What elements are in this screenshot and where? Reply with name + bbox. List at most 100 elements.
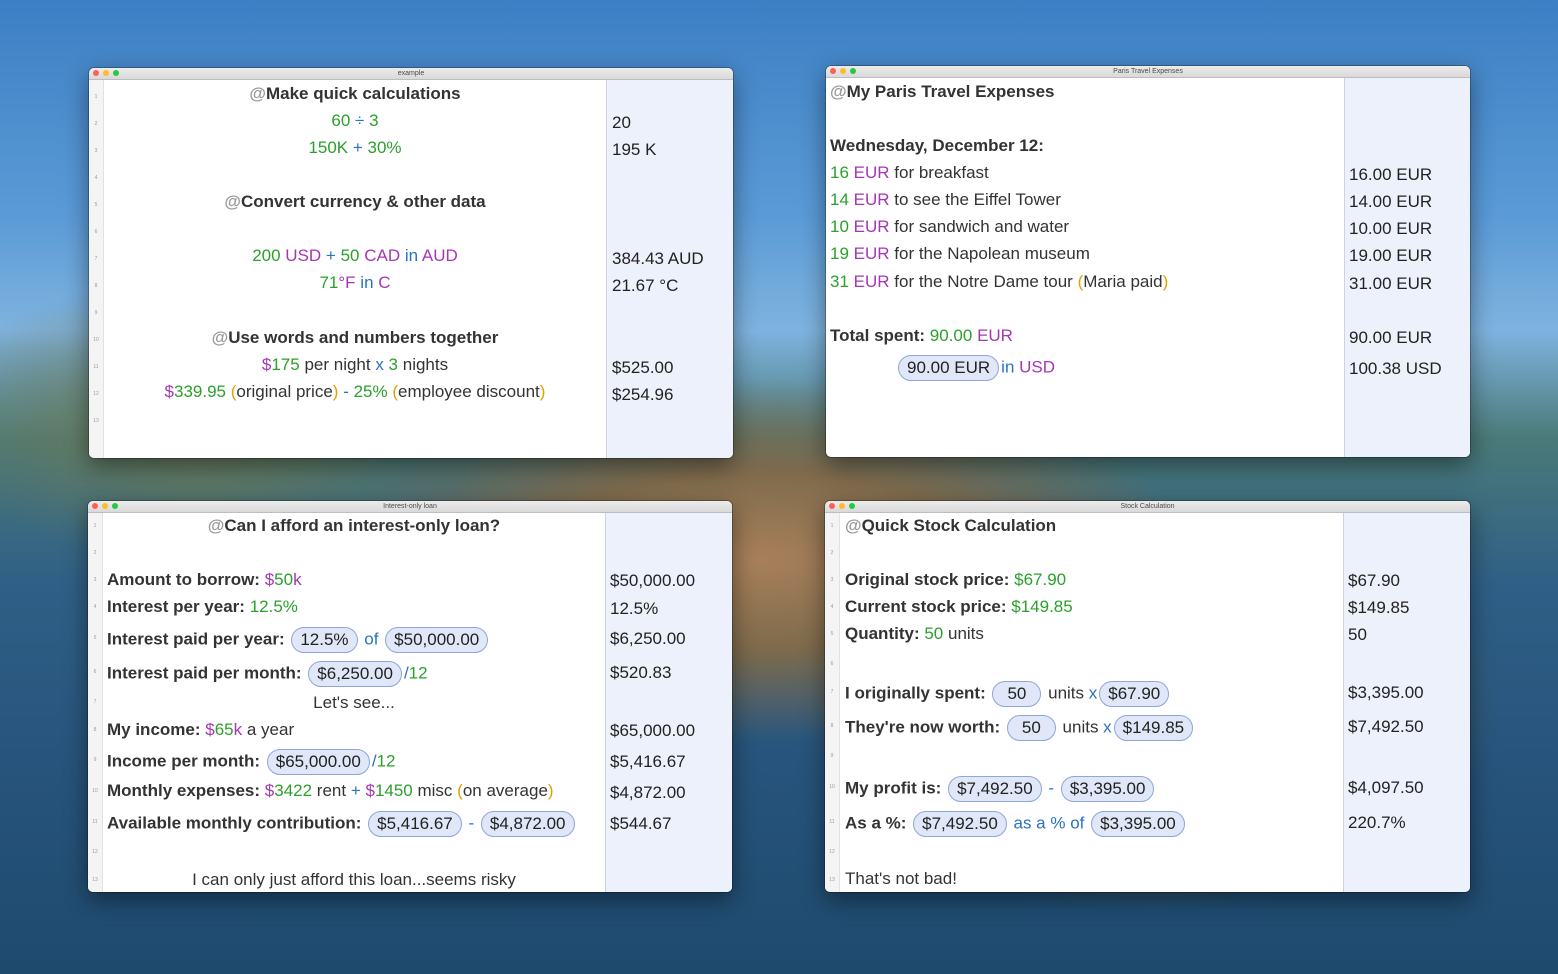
window-example[interactable]: example 1 2 3 4 5 6 7 8 9 10 11 12 13 @M… [89,68,733,458]
result-value: 20 [612,113,631,132]
result-value: $67.90 [1348,571,1400,590]
line-number: 1 [830,523,834,529]
calc-line[interactable]: $339.95 (original price) - 25% (employee… [105,381,605,403]
title-bar[interactable]: example [89,68,733,80]
calc-line[interactable]: My income: $65k a year [107,719,294,741]
comment-line[interactable]: Let's see... [104,692,604,714]
calc-line[interactable]: Interest paid per year: 12.5% of $50,000… [107,627,490,653]
line-number: 9 [94,310,98,316]
calc-line[interactable]: I originally spent: 50 units x $67.90 [845,681,1171,707]
line-number: 13 [829,877,835,883]
line-number: 10 [92,788,98,794]
calc-line[interactable]: Available monthly contribution: $5,416.6… [107,811,577,837]
calc-line[interactable]: Current stock price: $149.85 [845,596,1073,618]
reference-token[interactable]: $6,250.00 [308,661,402,687]
heading-line[interactable]: @Make quick calculations [105,83,605,105]
window-stock-calculation[interactable]: Stock Calculation 1 2 3 4 5 6 7 8 9 10 1… [825,501,1470,892]
result-value: $50,000.00 [610,571,696,590]
line-number: 2 [830,550,834,556]
line-number: 2 [93,550,97,556]
calc-line[interactable]: 60 ÷ 3 [105,110,605,132]
result-value: 100.38 USD [1349,359,1442,378]
reference-token[interactable]: $65,000.00 [266,749,370,775]
title-bar[interactable]: Interest-only loan [88,501,732,513]
reference-token[interactable]: 50 [992,681,1042,707]
line-number: 4 [94,175,98,181]
window-interest-only-loan[interactable]: Interest-only loan 1 2 3 4 5 6 7 8 9 10 … [88,501,732,892]
line-number: 3 [830,577,834,583]
result-value: 50 [1348,625,1367,644]
result-value: 31.00 EUR [1349,274,1433,293]
heading-line[interactable]: @Use words and numbers together [105,327,605,349]
reference-token[interactable]: $7,492.50 [913,811,1007,837]
heading-line[interactable]: @Can I afford an interest-only loan? [104,515,604,537]
expense-line[interactable]: 19 EUR for the Napolean museum [830,243,1090,265]
result-value: 12.5% [610,599,659,618]
line-number: 8 [830,723,834,729]
reference-token[interactable]: 12.5% [291,627,358,653]
calc-line[interactable]: 71°F in C [105,272,605,294]
calc-line[interactable]: Interest paid per month: $6,250.00/12 [107,661,428,687]
conversion-line[interactable]: 90.00 EUR in USD [896,355,1055,381]
title-bar[interactable]: Stock Calculation [825,501,1470,513]
expense-line[interactable]: 31 EUR for the Notre Dame tour (Maria pa… [830,271,1168,293]
heading-line[interactable]: @My Paris Travel Expenses [830,81,1054,103]
calc-line[interactable]: They're now worth: 50 units x $149.85 [845,715,1195,741]
calc-line[interactable]: As a %: $7,492.50 as a % of $3,395.00 [845,811,1187,837]
line-number: 8 [93,727,97,733]
line-number: 6 [93,669,97,675]
comment-line[interactable]: That's not bad! [845,868,957,890]
calc-line[interactable]: Quantity: 50 units [845,623,984,645]
calc-line[interactable]: 200 USD + 50 CAD in AUD [105,245,605,267]
line-number: 13 [92,877,98,883]
calc-line[interactable]: Amount to borrow: $50k [107,569,302,591]
result-value: $3,395.00 [1348,683,1424,702]
calc-line[interactable]: Original stock price: $67.90 [845,569,1066,591]
result-value: 195 K [612,140,657,159]
line-number: 13 [93,418,99,424]
result-value: $5,416.67 [610,752,686,771]
calc-line[interactable]: My profit is: $7,492.50 - $3,395.00 [845,776,1156,802]
reference-token[interactable]: $5,416.67 [368,811,462,837]
window-title: example [397,70,425,77]
heading-line[interactable]: @Quick Stock Calculation [845,515,1056,537]
comment-line[interactable]: I can only just afford this loan...seems… [104,869,604,891]
heading-line[interactable]: @Convert currency & other data [105,191,605,213]
reference-token[interactable]: $7,492.50 [948,776,1042,802]
title-bar[interactable]: Paris Travel Expenses [826,66,1470,78]
calc-line[interactable]: $175 per night x 3 nights [105,354,605,376]
reference-token[interactable]: $3,395.00 [1060,776,1155,802]
expense-line[interactable]: 14 EUR to see the Eiffel Tower [830,189,1061,211]
reference-token[interactable]: 50 [1006,715,1056,741]
result-value: $544.67 [610,814,672,833]
window-paris-travel-expenses[interactable]: Paris Travel Expenses @My Paris Travel E… [826,66,1470,457]
date-line[interactable]: Wednesday, December 12: [830,135,1044,157]
expense-line[interactable]: 10 EUR for sandwich and water [830,216,1069,238]
expense-line[interactable]: 16 EUR for breakfast [830,162,989,184]
calc-line[interactable]: Interest per year: 12.5% [107,596,298,618]
line-number-gutter: 1 2 3 4 5 6 7 8 9 10 11 12 13 [825,513,840,892]
reference-token[interactable]: $149.85 [1113,715,1194,741]
line-number: 10 [829,784,835,790]
line-number: 11 [92,819,98,825]
calc-line[interactable]: Monthly expenses: $3422 rent + $1450 mis… [107,780,554,802]
result-value: $254.96 [612,385,674,404]
calc-line[interactable]: Income per month: $65,000.00/12 [107,749,395,775]
line-number: 7 [830,689,834,695]
line-number: 12 [93,391,99,397]
line-number: 3 [93,577,97,583]
result-value: 220.7% [1348,813,1406,832]
result-value: 90.00 EUR [1349,328,1433,347]
line-number: 7 [94,256,98,262]
reference-token[interactable]: $4,872.00 [480,811,575,837]
result-value: $4,097.50 [1348,778,1424,797]
reference-token[interactable]: $3,395.00 [1091,811,1185,837]
result-value: $4,872.00 [610,783,686,802]
result-value: $7,492.50 [1348,717,1424,736]
reference-token[interactable]: 90.00 EUR [898,355,1000,381]
calc-line[interactable]: 150K + 30% [105,137,605,159]
reference-token[interactable]: $50,000.00 [385,627,489,653]
line-number: 4 [93,604,97,610]
total-line[interactable]: Total spent: 90.00 EUR [830,325,1013,347]
reference-token[interactable]: $67.90 [1099,681,1170,707]
